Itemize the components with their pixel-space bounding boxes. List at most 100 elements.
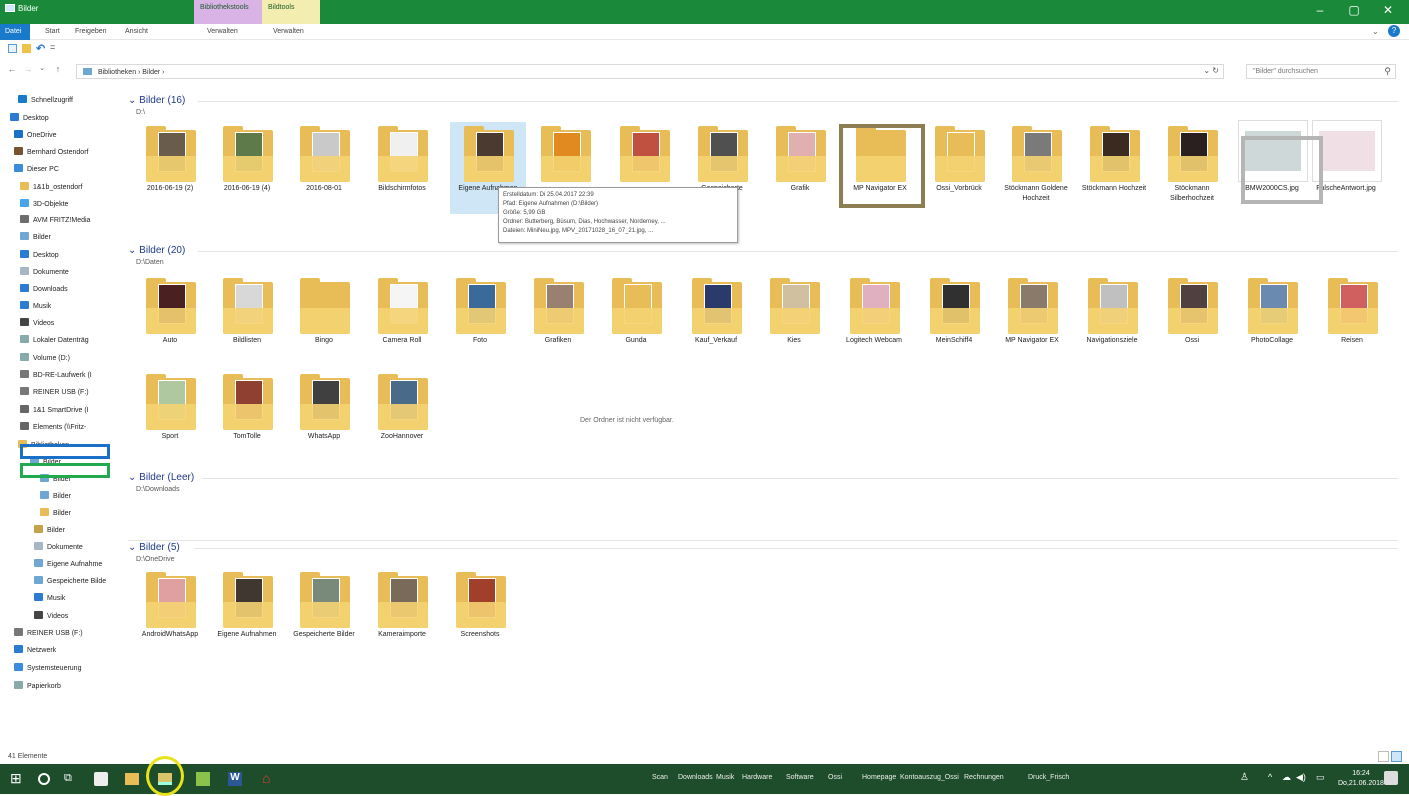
toolbar-link[interactable]: Kontoauszug_Ossi (900, 774, 959, 781)
tab-verwalten-pictures[interactable]: Verwalten (268, 26, 309, 38)
action-center-icon[interactable] (1384, 771, 1398, 785)
cloud-icon[interactable]: ☁ (1282, 772, 1291, 783)
folder-item[interactable]: WhatsApp (286, 368, 362, 460)
folder-item[interactable]: Foto (442, 272, 518, 364)
folder-item[interactable]: Gunda (598, 272, 674, 364)
forward-icon[interactable]: → (22, 64, 34, 74)
toolbar-link[interactable]: Musik (716, 774, 734, 781)
folder-item[interactable]: Stöckmann Silberhochzeit (1154, 120, 1230, 212)
task-view-icon[interactable]: ⧉ (64, 772, 80, 788)
folder-item[interactable]: Grafiken (520, 272, 596, 364)
context-tab-library-tools[interactable]: Bibliothekstools (194, 0, 262, 24)
toolbar-link[interactable]: Ossi (828, 774, 842, 781)
toolbar-link[interactable]: Hardware (742, 774, 772, 781)
sidebar-item[interactable]: Bilder (0, 489, 124, 504)
folder-item[interactable]: Bingo (286, 272, 362, 364)
sidebar-item[interactable]: Musik (0, 591, 124, 606)
folder-item[interactable]: AndroidWhatsApp (132, 566, 208, 658)
sidebar-item[interactable]: REINER USB (F:) (0, 385, 124, 400)
tab-start[interactable]: Start (40, 26, 65, 38)
toolbar-link[interactable]: Homepage (862, 774, 896, 781)
customize-toolbar-icon[interactable]: = (50, 42, 55, 52)
sidebar-item[interactable]: Videos (0, 316, 124, 331)
sidebar-item[interactable]: REINER USB (F:) (0, 626, 124, 641)
search-icon[interactable] (38, 773, 50, 785)
up-icon[interactable]: ↑ (52, 64, 64, 74)
sidebar-item[interactable]: Systemsteuerung (0, 661, 124, 676)
folder-item[interactable]: Stöckmann Goldene Hochzeit (998, 120, 1074, 212)
sidebar-item[interactable]: Lokaler Datenträg (0, 333, 124, 348)
folder-item[interactable]: Bildschirmfotos (364, 120, 440, 212)
folder-item[interactable]: Kies (756, 272, 832, 364)
search-input[interactable]: "Bilder" durchsuchen ⚲ (1246, 64, 1396, 79)
minimize-button[interactable]: – (1310, 3, 1330, 17)
sidebar-item[interactable]: Desktop (0, 111, 124, 126)
folder-item[interactable]: Reisen (1314, 272, 1390, 364)
group-header[interactable]: ⌄ Bilder (20) (128, 245, 185, 256)
refresh-icon[interactable]: ⌄ ↻ (1203, 66, 1219, 75)
sidebar-item[interactable]: Papierkorb (0, 679, 124, 694)
folder-item[interactable]: 2016-08-01 (286, 120, 362, 212)
group-header[interactable]: ⌄ Bilder (16) (128, 95, 185, 106)
folder-item[interactable]: Sport (132, 368, 208, 460)
folder-item[interactable]: 2016-06-19 (4) (209, 120, 285, 212)
word-icon[interactable]: W (228, 772, 242, 786)
folder-item[interactable]: TomTolle (209, 368, 285, 460)
file-explorer-icon[interactable] (125, 773, 139, 785)
tab-verwalten-library[interactable]: Verwalten (202, 26, 243, 38)
sidebar-item[interactable]: Dokumente (0, 265, 124, 280)
details-view-icon[interactable] (1378, 751, 1389, 762)
volume-icon[interactable]: ◀) (1296, 772, 1306, 783)
folder-item[interactable]: Screenshots (442, 566, 518, 658)
folder-item[interactable]: Ossi_Vorbrück (921, 120, 997, 212)
folder-item[interactable]: ZooHannover (364, 368, 440, 460)
sidebar-item[interactable]: 3D-Objekte (0, 197, 124, 212)
group-header[interactable]: ⌄ Bilder (5) (128, 542, 180, 553)
undo-icon[interactable]: ↶ (36, 42, 45, 55)
address-path[interactable]: Bibliotheken › Bilder › (98, 69, 165, 76)
sidebar-item[interactable]: Musik (0, 299, 124, 314)
sidebar-item[interactable]: Dieser PC (0, 162, 124, 177)
sidebar-item[interactable]: Downloads (0, 282, 124, 297)
toolbar-link[interactable]: Software (786, 774, 814, 781)
sidebar-item[interactable]: Videos (0, 609, 124, 624)
sidebar-item[interactable]: OneDrive (0, 128, 124, 143)
tab-freigeben[interactable]: Freigeben (70, 26, 112, 38)
ribbon-expand-icon[interactable]: ⌄ (1372, 27, 1379, 36)
folder-item[interactable]: Auto (132, 272, 208, 364)
properties-icon[interactable] (8, 44, 17, 53)
folder-item[interactable]: Eigene Aufnahmen (209, 566, 285, 658)
context-tab-picture-tools[interactable]: Bildtools (262, 0, 320, 24)
windows-start-icon[interactable]: ⊞ (10, 770, 26, 786)
store-icon[interactable] (94, 772, 108, 786)
sidebar-item[interactable]: Schnellzugriff (0, 93, 124, 108)
new-folder-icon[interactable] (22, 44, 31, 53)
sidebar-item[interactable]: Volume (D:) (0, 351, 124, 366)
sidebar-item[interactable]: Bernhard Ostendorf (0, 145, 124, 160)
toolbar-link[interactable]: Scan (652, 774, 668, 781)
recent-locations-icon[interactable]: ⌄ (36, 64, 48, 72)
photos-app-icon[interactable] (196, 772, 210, 786)
sidebar-item[interactable]: Gespeicherte Bilde (0, 574, 124, 589)
toolbar-link[interactable]: Downloads (678, 774, 713, 781)
search-icon[interactable]: ⚲ (1384, 66, 1391, 77)
sidebar-item[interactable]: 1&1b_ostendorf (0, 180, 124, 195)
close-button[interactable]: ✕ (1378, 3, 1398, 17)
chevron-up-icon[interactable]: ^ (1268, 772, 1272, 782)
folder-item[interactable]: Kauf_Verkauf (678, 272, 754, 364)
sidebar-item[interactable]: Eigene Aufnahme (0, 557, 124, 572)
folder-item[interactable]: Stöckmann Hochzeit (1076, 120, 1152, 212)
folder-item[interactable]: Logitech Webcam (836, 272, 912, 364)
tab-datei[interactable]: Datei (0, 24, 30, 40)
network-icon[interactable]: ▭ (1316, 772, 1325, 783)
folder-item[interactable]: PhotoCollage (1234, 272, 1310, 364)
folder-item[interactable]: Grafik (762, 120, 838, 212)
clock[interactable]: 16:24 Do,21.06.2018 (1338, 769, 1384, 789)
folder-item[interactable]: Navigationsziele (1074, 272, 1150, 364)
sidebar-item[interactable]: 1&1 SmartDrive (I (0, 403, 124, 418)
sidebar-item[interactable]: BD-RE-Laufwerk (I (0, 368, 124, 383)
folder-item[interactable]: Camera Roll (364, 272, 440, 364)
address-bar[interactable]: Bibliotheken › Bilder › ⌄ ↻ (76, 64, 1224, 79)
group-header[interactable]: ⌄ Bilder (Leer) (128, 472, 194, 483)
sidebar-item[interactable]: Bilder (0, 230, 124, 245)
